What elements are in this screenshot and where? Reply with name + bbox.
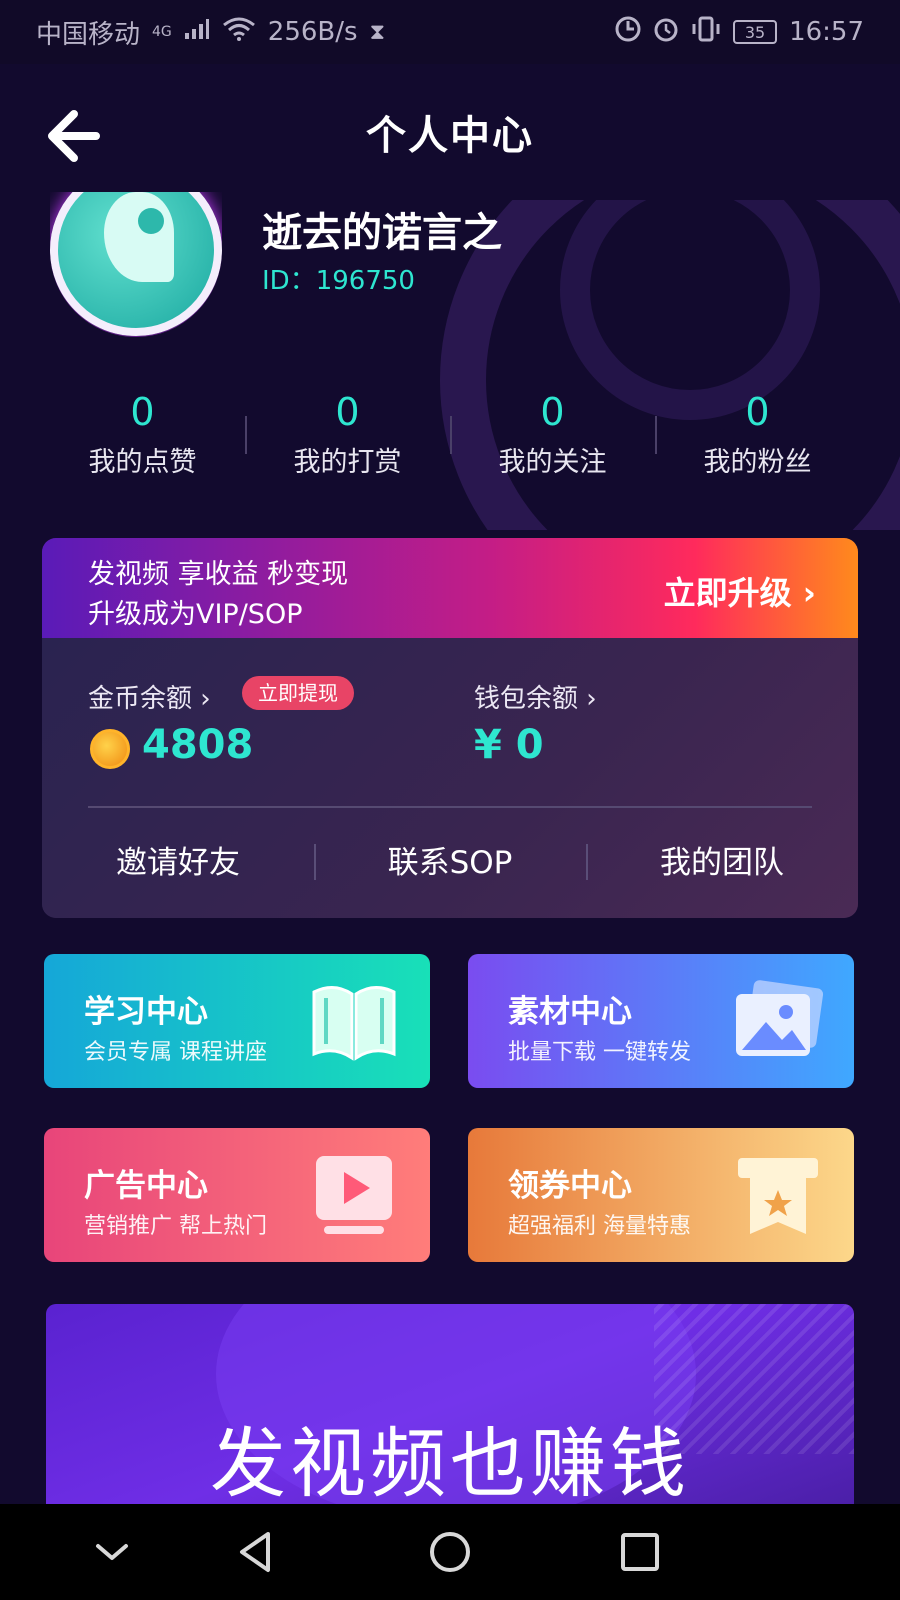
network-type-icon: 4G [152,24,172,40]
tile-subtitle: 会员专属 课程讲座 [84,1040,267,1065]
user-id: ID：196750 [262,266,415,296]
hourglass-icon: ⧗ [369,19,386,45]
upgrade-button[interactable]: 立即升级 › [664,568,816,614]
coupon-icon [738,1158,818,1234]
back-triangle-icon[interactable] [228,1524,284,1580]
tile-subtitle: 营销推广 帮上热门 [84,1214,267,1239]
arrow-left-icon [48,110,100,162]
system-nav-bar [0,1504,900,1600]
coupon-center-tile[interactable]: 领券中心 超强福利 海量特惠 [468,1128,854,1262]
divider [88,806,812,808]
wallet-body: 金币余额 › 立即提现 4808 钱包余额 › ¥ 0 邀请好友 联系SOP 我… [42,638,858,918]
data-saver-icon [615,16,641,48]
app-header: 个人中心 [0,64,900,200]
stat-label: 我的粉丝 [703,447,812,478]
stat-value: 0 [130,390,155,434]
tile-title: 广告中心 [84,1168,208,1204]
wallet-balance-link[interactable]: 钱包余额 › [474,678,597,715]
tile-title: 学习中心 [84,994,208,1030]
ad-center-tile[interactable]: 广告中心 营销推广 帮上热门 [44,1128,430,1262]
network-speed: 256B/s [267,17,358,47]
stats-row: 0 我的点赞 0 我的打赏 0 我的关注 0 我的粉丝 [40,390,860,490]
book-icon [312,986,396,1061]
wallet-balance: ¥ 0 [474,722,544,768]
tile-title: 素材中心 [508,994,632,1030]
stat-label: 我的关注 [498,447,607,478]
promo-banner[interactable]: 发视频也赚钱 [46,1304,854,1504]
stat-label: 我的点赞 [88,447,197,478]
chevron-down-icon[interactable] [84,1524,140,1580]
eagle-logo-icon [104,192,174,282]
vip-subtitle: 升级成为VIP/SOP [88,599,303,630]
page-title: 个人中心 [366,113,534,159]
material-center-tile[interactable]: 素材中心 批量下载 一键转发 [468,954,854,1088]
tile-subtitle: 超强福利 海量特惠 [508,1214,691,1239]
stat-following[interactable]: 0 我的关注 [450,390,655,490]
recents-square-icon[interactable] [612,1524,668,1580]
vibrate-icon [691,16,721,48]
stat-rewards[interactable]: 0 我的打赏 [245,390,450,490]
play-icon [316,1156,392,1234]
stat-followers[interactable]: 0 我的粉丝 [655,390,860,490]
tile-subtitle: 批量下载 一键转发 [508,1040,691,1065]
stat-value: 0 [335,390,360,434]
battery-icon: 35 [733,20,778,44]
username: 逝去的诺言之 [262,210,502,256]
coin-icon [90,729,130,769]
wallet-actions: 邀请好友 联系SOP 我的团队 [42,828,858,898]
stat-value: 0 [745,390,770,434]
stat-value: 0 [540,390,565,434]
promo-text: 发视频也赚钱 [210,1419,690,1504]
wallet-card: 发视频 享收益 秒变现 升级成为VIP/SOP 立即升级 › 金币余额 › 立即… [42,538,858,918]
image-icon [736,980,824,1056]
alarm-icon [653,16,679,48]
clock: 16:57 [789,17,864,47]
stat-label: 我的打赏 [293,447,402,478]
tile-title: 领券中心 [508,1168,632,1204]
carrier-label: 中国移动 [36,19,141,50]
my-team-button[interactable]: 我的团队 [586,828,858,898]
home-circle-icon[interactable] [422,1524,478,1580]
contact-sop-button[interactable]: 联系SOP [314,828,586,898]
coin-balance-link[interactable]: 金币余额 › [88,678,211,715]
coin-balance: 4808 [142,722,254,768]
withdraw-button[interactable]: 立即提现 [242,676,354,710]
vip-slogan: 发视频 享收益 秒变现 [88,559,349,590]
wifi-icon [222,17,256,47]
vip-upgrade-banner[interactable]: 发视频 享收益 秒变现 升级成为VIP/SOP 立即升级 › [42,538,858,638]
status-bar: 中国移动 4G 256B/s ⧗ 35 16:57 [0,0,900,64]
invite-friends-button[interactable]: 邀请好友 [42,828,314,898]
signal-icon [184,18,210,46]
back-button[interactable] [46,108,106,164]
stat-likes[interactable]: 0 我的点赞 [40,390,245,490]
learning-center-tile[interactable]: 学习中心 会员专属 课程讲座 [44,954,430,1088]
